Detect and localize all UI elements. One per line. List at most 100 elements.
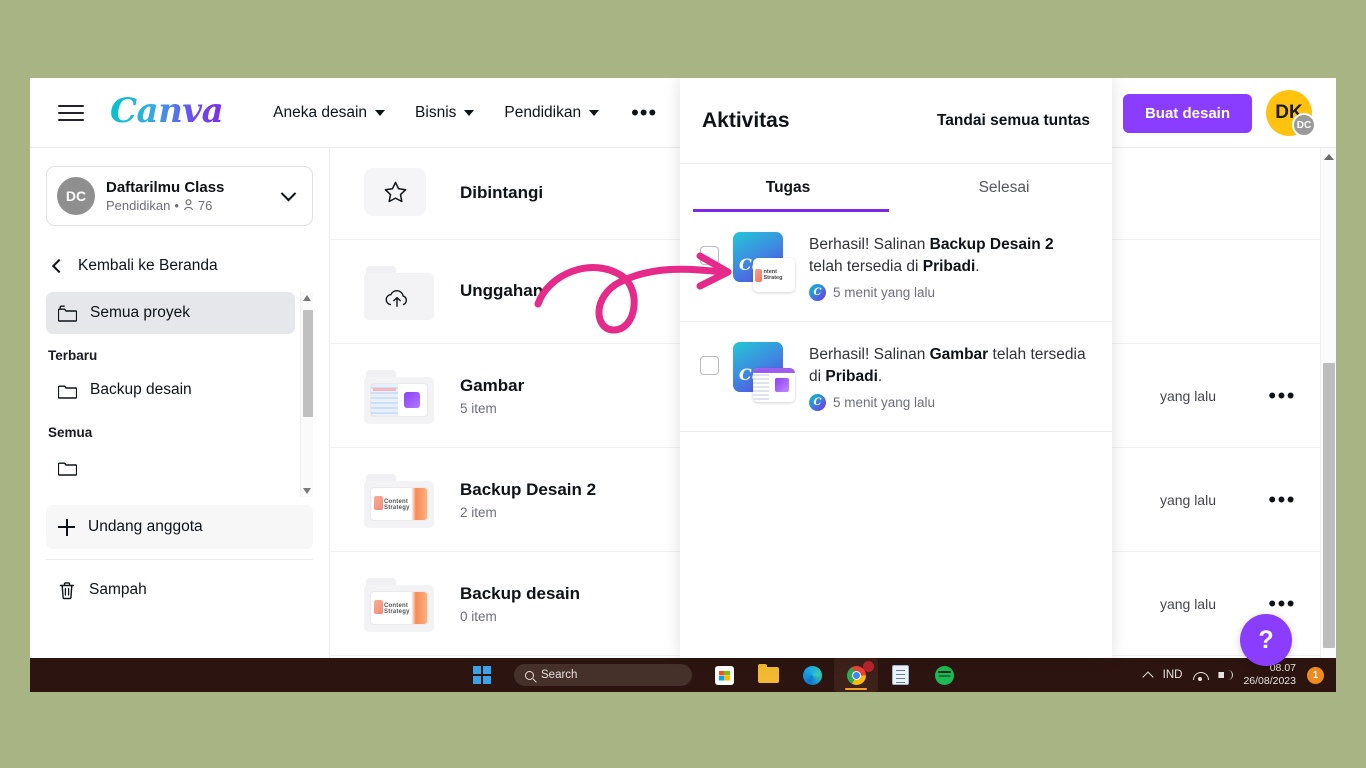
hamburger-menu-icon[interactable] <box>58 100 84 126</box>
notepad-icon <box>891 665 909 685</box>
taskbar-search-box[interactable]: Search <box>514 664 692 686</box>
clock[interactable]: 08.07 26/08/2023 <box>1243 662 1296 688</box>
show-hidden-icons-icon[interactable] <box>1141 670 1154 683</box>
row-text: Gambar 5 item <box>460 375 524 415</box>
main-scrollbar[interactable] <box>1320 148 1336 692</box>
main-scroll-thumb[interactable] <box>1323 363 1335 648</box>
activity-title: Aktivitas <box>702 108 790 132</box>
taskbar-app-spotify[interactable] <box>922 658 966 692</box>
row-subtitle: 0 item <box>460 608 497 624</box>
row-title: Gambar <box>460 376 525 396</box>
team-switcher[interactable]: DC Daftarilmu Class Pendidikan • 76 <box>46 166 313 226</box>
folder-preview-image: Content Strategy <box>371 487 427 520</box>
active-app-indicator <box>845 688 867 690</box>
scroll-down-arrow-icon[interactable] <box>303 488 311 494</box>
notification-item[interactable]: Canva ntent Strateg Berhasil! Salinan Ba… <box>680 212 1112 322</box>
browser-window: Canva Aneka desain Bisnis Pendidikan •••… <box>30 78 1336 692</box>
microsoft-store-icon <box>714 665 734 685</box>
chevron-down-icon <box>280 185 297 201</box>
notification-thumbnail: Canva ntent Strateg <box>733 232 795 294</box>
back-to-home-link[interactable]: Kembali ke Beranda <box>46 246 313 286</box>
tab-selesai[interactable]: Selesai <box>896 164 1112 212</box>
chevron-down-icon <box>464 109 475 116</box>
star-icon <box>384 181 406 202</box>
canva-logo[interactable]: Canva <box>110 94 224 132</box>
notification-subject: Gambar <box>929 346 989 363</box>
overlay-caption: ntent Strateg <box>763 269 783 281</box>
row-thumbnail: Content Strategy <box>364 473 434 528</box>
file-explorer-icon <box>757 664 779 683</box>
topbar-right-cluster: Buat desain DK DC <box>1122 78 1316 148</box>
plus-icon <box>58 518 75 536</box>
notification-subject: Backup Desain 2 <box>929 236 1054 253</box>
scroll-up-arrow-icon[interactable] <box>303 295 311 301</box>
notification-prefix: Berhasil! Salinan <box>809 236 930 253</box>
taskbar-app-microsoft-store[interactable] <box>702 658 746 692</box>
notification-text: Berhasil! Salinan Gambar telah tersedia … <box>809 342 1088 388</box>
row-more-icon[interactable]: ••• <box>1268 384 1296 406</box>
nav-item-aneka-desain[interactable]: Aneka desain <box>261 96 397 130</box>
notification-text: Berhasil! Salinan Backup Desain 2 telah … <box>809 232 1088 278</box>
create-design-button[interactable]: Buat desain <box>1122 93 1252 133</box>
notification-location: Pribadi <box>922 258 976 275</box>
row-text: Dibintangi <box>460 182 543 204</box>
row-subtitle: 2 item <box>460 504 497 520</box>
activity-tabs: Tugas Selesai <box>680 164 1112 212</box>
search-placeholder: Search <box>541 669 578 681</box>
notification-checkbox[interactable] <box>700 356 719 375</box>
folder-thumb-gambar <box>364 369 434 424</box>
sidebar-scroll-thumb[interactable] <box>302 310 313 417</box>
left-sidebar: DC Daftarilmu Class Pendidikan • 76 Kemb… <box>30 148 330 692</box>
chevron-left-icon <box>51 258 67 274</box>
notification-thumbnail: Canva <box>733 342 795 404</box>
canva-badge-icon: C <box>809 284 826 301</box>
avatar[interactable]: DK DC <box>1266 90 1316 137</box>
sidebar-section-semua: Semua <box>48 425 93 440</box>
start-button[interactable] <box>460 658 504 692</box>
sidebar-item-semua-proyek[interactable]: Semua proyek <box>46 292 295 334</box>
spotify-icon <box>934 665 954 685</box>
notification-checkbox[interactable] <box>700 246 719 265</box>
mark-all-done-button[interactable]: Tandai semua tuntas <box>937 112 1090 130</box>
notification-badge[interactable]: 1 <box>1307 666 1324 684</box>
activity-panel: Aktivitas Tandai semua tuntas Tugas Sele… <box>680 78 1112 658</box>
taskbar-app-edge[interactable] <box>790 658 834 692</box>
help-button[interactable]: ? <box>1240 614 1292 666</box>
folder-icon <box>58 385 77 399</box>
upload-cloud-icon <box>385 289 407 307</box>
sidebar-item-partial[interactable] <box>46 446 295 488</box>
nav-item-pendidikan[interactable]: Pendidikan <box>492 96 611 130</box>
nav-item-bisnis[interactable]: Bisnis <box>403 96 486 130</box>
sidebar-item-label: Backup desain <box>90 381 192 398</box>
taskbar-app-chrome[interactable] <box>834 658 878 692</box>
taskbar-app-file-explorer[interactable] <box>746 658 790 692</box>
volume-icon[interactable] <box>1218 669 1234 681</box>
team-type: Pendidikan <box>106 197 171 213</box>
nav-label: Bisnis <box>415 103 457 121</box>
notification-prefix: Berhasil! Salinan <box>809 346 930 363</box>
chevron-down-icon <box>589 109 600 116</box>
scroll-up-arrow-icon[interactable] <box>1324 154 1334 160</box>
folder-icon <box>58 462 77 476</box>
folder-icon <box>58 305 77 322</box>
row-more-icon[interactable]: ••• <box>1268 488 1296 510</box>
tab-tugas[interactable]: Tugas <box>680 164 896 212</box>
row-timestamp: yang lalu <box>1159 595 1216 612</box>
search-icon <box>525 670 534 680</box>
notification-item[interactable]: Canva Berhasil! Salinan Gambar telah ter… <box>680 322 1112 432</box>
row-more-icon[interactable]: ••• <box>1268 592 1296 614</box>
sidebar-item-backup-desain[interactable]: Backup desain <box>46 369 295 411</box>
team-subtitle: Pendidikan • 76 <box>106 198 283 213</box>
windows-logo-icon <box>473 666 491 684</box>
invite-member-label: Undang anggota <box>88 518 203 535</box>
sidebar-scrollbar[interactable] <box>300 292 313 497</box>
taskbar-center-cluster: Search <box>460 658 966 692</box>
invite-member-button[interactable]: Undang anggota <box>46 505 313 549</box>
design-overlay-thumb <box>753 368 795 402</box>
team-name: Daftarilmu Class <box>106 179 225 197</box>
language-indicator[interactable]: IND <box>1163 669 1183 681</box>
taskbar-app-notepad[interactable] <box>878 658 922 692</box>
nav-more-icon[interactable]: ••• <box>617 101 671 123</box>
wifi-icon[interactable] <box>1193 670 1210 681</box>
sidebar-item-trash[interactable]: Sampah <box>46 568 313 612</box>
